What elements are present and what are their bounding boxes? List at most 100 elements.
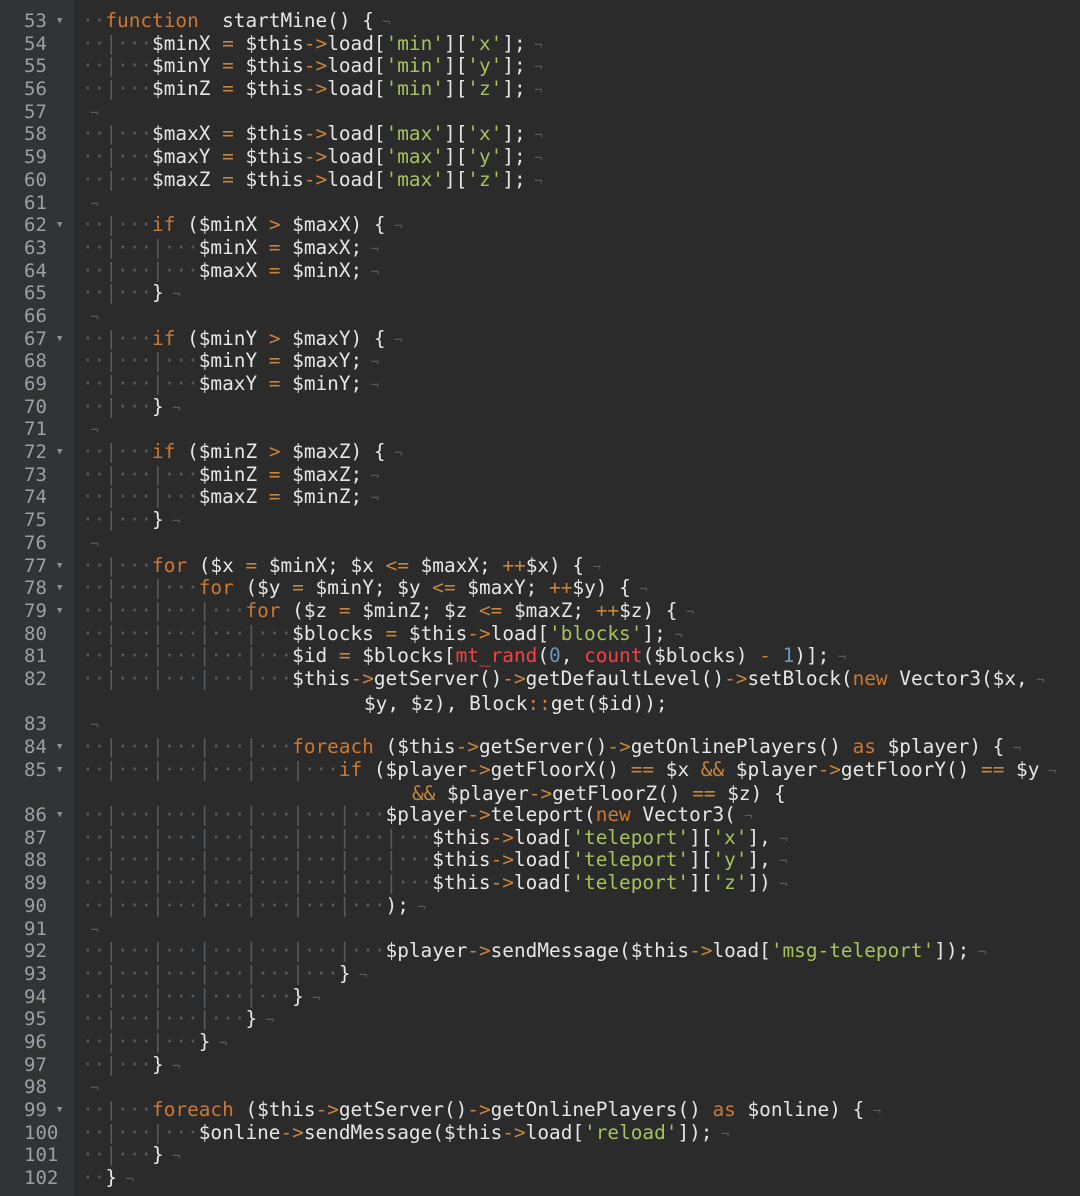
code-editor[interactable]: 53 ▼ 54 55 56 57 58 59 60 61 62 ▼ 63 64 65 66 67 ▼ 68 69 70 7… bbox=[0, 0, 1080, 1196]
code-token: function bbox=[105, 9, 199, 32]
code-line[interactable]: ¬ bbox=[82, 713, 1080, 736]
code-line[interactable]: ··|···|···|···|···|···} ¬ bbox=[82, 962, 1080, 986]
code-token: 0 bbox=[549, 644, 561, 668]
code-line[interactable]: ··|···|···|···|···$blocks = $this->load[… bbox=[82, 622, 1080, 646]
code-line[interactable]: ··|···|···$minX = $maxX; ¬ bbox=[82, 236, 1080, 260]
fold-toggle-icon[interactable]: ▼ bbox=[57, 441, 62, 464]
code-token: $y) { bbox=[572, 576, 631, 600]
code-line[interactable]: ··|···|···|···|···} ¬ bbox=[82, 985, 1080, 1009]
code-line[interactable]: ··|···|···$online->sendMessage($this->lo… bbox=[82, 1120, 1080, 1145]
code-line[interactable]: ··|···$maxZ = $this->load['max']['z']; ¬ bbox=[82, 168, 1080, 192]
fold-toggle-icon[interactable]: ▼ bbox=[57, 10, 62, 33]
code-token: 'reload' bbox=[584, 1120, 678, 1144]
line-number-text: 95 bbox=[24, 1008, 47, 1031]
code-line[interactable]: ··|···} ¬ bbox=[82, 281, 1080, 305]
code-line[interactable]: ¬ bbox=[82, 192, 1080, 215]
indent-guide: ··|···|··· bbox=[82, 349, 199, 373]
line-number-text: 69 bbox=[24, 373, 47, 395]
fold-toggle-icon[interactable]: ▼ bbox=[57, 214, 62, 237]
code-token: $maxY bbox=[152, 145, 223, 169]
indent-guide: ··|···|··· bbox=[82, 1029, 199, 1053]
code-line[interactable]: ··|···$maxY = $this->load['max']['y']; ¬ bbox=[82, 145, 1080, 169]
code-token: $blocks[ bbox=[350, 644, 456, 668]
code-token: ( bbox=[537, 644, 550, 668]
code-line[interactable]: ··|···$maxX = $this->load['max']['x']; ¬ bbox=[82, 123, 1080, 146]
eol-marker-icon: ¬ bbox=[829, 650, 847, 667]
code-line[interactable]: ··|···|···|···|···|···|···$player->sendM… bbox=[82, 939, 1080, 963]
code-line[interactable]: ··|···|···} ¬ bbox=[82, 1029, 1080, 1054]
code-token: ]; bbox=[502, 122, 526, 146]
code-line[interactable]: ··|···|···|···|···|···|···); ¬ bbox=[82, 894, 1080, 918]
code-line[interactable]: ¬ bbox=[82, 101, 1080, 124]
eol-marker-icon: ¬ bbox=[969, 945, 987, 962]
code-line[interactable]: ··|···|···$maxY = $minY; ¬ bbox=[82, 372, 1080, 396]
fold-toggle-icon[interactable]: ▼ bbox=[57, 328, 62, 351]
code-line[interactable]: ··|···|···|···|···|···|···|···$this->loa… bbox=[82, 849, 1080, 872]
code-line[interactable]: ··|···foreach ($this->getServer()->getOn… bbox=[82, 1098, 1080, 1122]
eol-marker-icon: ¬ bbox=[1004, 741, 1022, 758]
fold-toggle-icon[interactable]: ▼ bbox=[57, 759, 62, 782]
code-line[interactable]: ··|···|···|···for ($z = $minZ; $z <= $ma… bbox=[82, 598, 1080, 623]
code-token: ][ bbox=[443, 122, 468, 146]
code-token: $minZ bbox=[152, 77, 223, 101]
code-line[interactable]: ¬ bbox=[82, 532, 1080, 555]
fold-toggle-icon[interactable]: ▼ bbox=[57, 555, 62, 578]
code-line[interactable]: ¬ bbox=[82, 305, 1080, 328]
code-line[interactable]: ··|···|···$maxX = $minX; ¬ bbox=[82, 259, 1080, 283]
code-line[interactable]: ··|···if ($minZ > $maxZ) { ¬ bbox=[82, 440, 1080, 464]
line-number: 72 ▼ bbox=[0, 441, 74, 464]
code-line[interactable]: ··|···|···|···} ¬ bbox=[82, 1007, 1080, 1031]
code-line[interactable]: ··|···|···$minY = $maxY; ¬ bbox=[82, 349, 1080, 373]
code-line[interactable]: ¬ bbox=[82, 418, 1080, 441]
code-line[interactable]: ··|···} ¬ bbox=[82, 508, 1080, 532]
code-token: -> bbox=[303, 122, 328, 146]
line-number-gutter[interactable]: 53 ▼ 54 55 56 57 58 59 60 61 62 ▼ 63 64 65 66 67 ▼ 68 69 70 7… bbox=[0, 0, 74, 1196]
code-line[interactable]: ¬ bbox=[82, 1076, 1080, 1099]
code-line[interactable]: ··|···|···for ($y = $minY; $y <= $maxY; … bbox=[82, 576, 1080, 600]
code-line[interactable]: ··|···$minZ = $this->load['min']['z']; ¬ bbox=[82, 77, 1080, 101]
code-line[interactable]: ··} ¬ bbox=[82, 1166, 1080, 1190]
code-line[interactable]: ··|···for ($x = $minX; $x <= $maxX; ++$x… bbox=[82, 554, 1080, 578]
fold-toggle-icon[interactable]: ▼ bbox=[57, 804, 62, 827]
code-line[interactable]: ··|···|···|···|···foreach ($this->getSer… bbox=[82, 735, 1080, 759]
code-line[interactable]: ··|···} ¬ bbox=[82, 1053, 1080, 1077]
fold-toggle-icon[interactable]: ▼ bbox=[57, 577, 62, 600]
fold-toggle-icon[interactable]: ▼ bbox=[57, 1099, 62, 1122]
fold-toggle-icon[interactable]: ▼ bbox=[57, 600, 62, 623]
code-token: -> bbox=[502, 1120, 526, 1144]
code-line[interactable]: ··|···$minY = $this->load['min']['y']; ¬ bbox=[82, 55, 1080, 78]
code-line[interactable]: ··|···|···|···|···$this->getServer()->ge… bbox=[82, 667, 1080, 714]
code-line[interactable]: ··|···|···|···|···|···if ($player->getFl… bbox=[82, 758, 1080, 805]
code-line[interactable]: ··|···|···|···|···|···|···$player->telep… bbox=[82, 803, 1080, 827]
code-line[interactable]: ··|···|···$maxZ = $minZ; ¬ bbox=[82, 486, 1080, 509]
code-line[interactable]: ··|···|···$minZ = $maxZ; ¬ bbox=[82, 463, 1080, 487]
code-line[interactable]: ··|···$minX = $this->load['min']['x']; ¬ bbox=[82, 32, 1080, 56]
code-line[interactable]: ··|···} ¬ bbox=[82, 395, 1080, 419]
code-line[interactable]: ··|···} ¬ bbox=[82, 1144, 1080, 1167]
line-number-text: 59 bbox=[24, 146, 47, 169]
code-token: $this bbox=[233, 77, 304, 101]
fold-toggle-icon[interactable]: ▼ bbox=[57, 736, 62, 759]
code-line[interactable]: ··|···if ($minY > $maxY) { ¬ bbox=[82, 327, 1080, 351]
line-number-text: 83 bbox=[24, 713, 47, 736]
line-number-text: 94 bbox=[24, 985, 47, 1008]
code-line[interactable]: ¬ bbox=[82, 918, 1080, 941]
code-token: count bbox=[584, 644, 643, 668]
eol-marker-icon: ¬ bbox=[525, 83, 543, 100]
line-number-text: 68 bbox=[24, 350, 47, 373]
code-line[interactable]: ··|···|···|···|···|···|···|···$this->loa… bbox=[82, 826, 1080, 850]
code-line[interactable]: ··function startMine() { ¬ bbox=[82, 9, 1080, 33]
code-token: = bbox=[338, 598, 351, 622]
indent-guide: ··|··· bbox=[82, 213, 153, 237]
line-number: 59 bbox=[0, 146, 74, 169]
line-number: 98 bbox=[0, 1076, 74, 1099]
code-token: $maxZ) { bbox=[280, 440, 386, 464]
line-number-text: 75 bbox=[24, 509, 47, 532]
code-line[interactable]: ··|···|···|···|···$id = $blocks[mt_rand(… bbox=[82, 644, 1080, 668]
code-line[interactable]: ··|···if ($minX > $maxX) { ¬ bbox=[82, 213, 1080, 237]
code-area[interactable]: ··function startMine() { ¬ ··|···$minX = … bbox=[74, 0, 1080, 1196]
line-number-text: 84 bbox=[24, 736, 47, 759]
code-line[interactable]: ··|···|···|···|···|···|···|···$this->loa… bbox=[82, 871, 1080, 895]
code-token: $maxY; bbox=[455, 576, 550, 600]
code-token: <= bbox=[478, 598, 503, 622]
